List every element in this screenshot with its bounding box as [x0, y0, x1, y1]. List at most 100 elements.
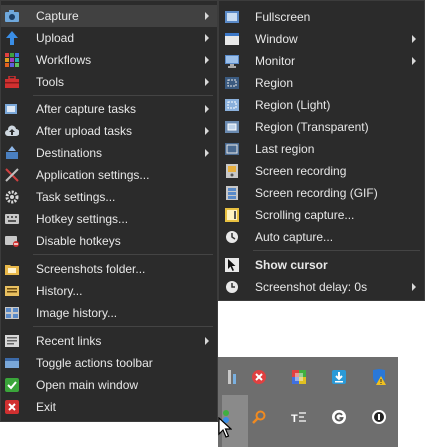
recent-links-icon — [5, 334, 19, 348]
menu-item-history[interactable]: History... — [1, 280, 217, 302]
menu-item-label: Destinations — [36, 146, 103, 160]
submenu-arrow-icon — [205, 78, 209, 86]
clock-icon — [225, 230, 239, 244]
toolbox-icon — [5, 75, 19, 89]
refresh-g-icon[interactable] — [331, 409, 347, 425]
menu-item-workflows[interactable]: Workflows — [1, 49, 217, 71]
scrolling-capture-icon — [225, 208, 239, 222]
info-circle-icon[interactable] — [371, 409, 387, 425]
menu-item-recent-links[interactable]: Recent links — [1, 330, 217, 352]
menu-item-label: Region (Light) — [255, 98, 331, 112]
submenu-item-auto-capture[interactable]: Auto capture... — [219, 226, 424, 248]
menu-item-after-capture-tasks[interactable]: After capture tasks — [1, 98, 217, 120]
submenu-arrow-icon — [205, 34, 209, 42]
menu-item-toggle-actions-toolbar[interactable]: Toggle actions toolbar — [1, 352, 217, 374]
submenu-item-monitor[interactable]: Monitor — [219, 50, 424, 72]
check-icon — [5, 378, 19, 392]
svg-text:T: T — [291, 413, 298, 424]
menu-item-tools[interactable]: Tools — [1, 71, 217, 93]
mouse-pointer-icon — [218, 417, 232, 438]
tray-overflow-panel: T — [218, 357, 398, 447]
submenu-item-region[interactable]: Region — [219, 72, 424, 94]
submenu-arrow-icon — [412, 283, 416, 291]
capture-submenu: Fullscreen Window Monitor Region Region … — [218, 0, 425, 301]
menu-item-task-settings[interactable]: Task settings... — [1, 186, 217, 208]
menu-item-exit[interactable]: Exit — [1, 396, 217, 418]
submenu-item-window[interactable]: Window — [219, 28, 424, 50]
gear-icon — [5, 190, 19, 204]
submenu-item-last-region[interactable]: Last region — [219, 138, 424, 160]
menu-item-label: Auto capture... — [255, 230, 334, 244]
submenu-item-screenshot-delay[interactable]: Screenshot delay: 0s — [219, 276, 424, 298]
delay-clock-icon — [225, 280, 239, 294]
region-light-icon — [225, 98, 239, 112]
menu-item-label: Show cursor — [255, 258, 328, 272]
submenu-item-scrolling-capture[interactable]: Scrolling capture... — [219, 204, 424, 226]
submenu-item-region-light[interactable]: Region (Light) — [219, 94, 424, 116]
menu-item-label: Region (Transparent) — [255, 120, 369, 134]
window-icon — [225, 32, 239, 46]
download-shield-icon[interactable] — [331, 369, 347, 385]
submenu-item-fullscreen[interactable]: Fullscreen — [219, 6, 424, 28]
menu-item-label: Capture — [36, 9, 79, 23]
history-icon — [5, 284, 19, 298]
submenu-item-show-cursor[interactable]: Show cursor — [219, 254, 424, 276]
menu-item-label: Hotkey settings... — [36, 212, 129, 226]
search-icon[interactable] — [251, 409, 267, 425]
menu-item-label: Upload — [36, 31, 75, 45]
submenu-arrow-icon — [205, 127, 209, 135]
submenu-item-screen-recording[interactable]: Screen recording — [219, 160, 424, 182]
desktop-background — [218, 301, 428, 357]
menu-item-label: Disable hotkeys — [36, 234, 121, 248]
menu-item-label: Fullscreen — [255, 10, 311, 24]
submenu-item-region-transparent[interactable]: Region (Transparent) — [219, 116, 424, 138]
menu-item-after-upload-tasks[interactable]: After upload tasks — [1, 120, 217, 142]
submenu-item-screen-recording-gif[interactable]: Screen recording (GIF) — [219, 182, 424, 204]
menu-separator — [33, 95, 213, 96]
folder-icon — [5, 262, 19, 276]
region-transparent-icon — [225, 120, 239, 134]
ocr-icon[interactable]: T — [291, 409, 307, 425]
menu-item-screenshots-folder[interactable]: Screenshots folder... — [1, 258, 217, 280]
menu-item-label: After upload tasks — [36, 124, 133, 138]
destinations-icon — [5, 146, 19, 160]
tray-context-menu: Capture Upload Workflows Tools After cap… — [0, 0, 218, 422]
menu-item-upload[interactable]: Upload — [1, 27, 217, 49]
tray-app-icon[interactable] — [224, 369, 240, 385]
menu-item-label: Monitor — [255, 54, 296, 68]
after-capture-icon — [5, 102, 19, 116]
menu-item-open-main-window[interactable]: Open main window — [1, 374, 217, 396]
menu-item-hotkey-settings[interactable]: Hotkey settings... — [1, 208, 217, 230]
screen-recording-icon — [225, 164, 239, 178]
menu-item-label: History... — [36, 284, 83, 298]
menu-item-label: After capture tasks — [36, 102, 137, 116]
cursor-icon — [225, 258, 239, 272]
submenu-arrow-icon — [205, 337, 209, 345]
menu-item-label: Exit — [36, 400, 57, 414]
menu-item-label: Screenshots folder... — [36, 262, 146, 276]
submenu-arrow-icon — [412, 57, 416, 65]
menu-item-label: Screen recording — [255, 164, 347, 178]
menu-item-application-settings[interactable]: Application settings... — [1, 164, 217, 186]
menu-item-image-history[interactable]: Image history... — [1, 302, 217, 324]
cloud-upload-icon — [5, 124, 19, 138]
menu-item-label: Scrolling capture... — [255, 208, 355, 222]
menu-item-label: Window — [255, 32, 298, 46]
menu-item-destinations[interactable]: Destinations — [1, 142, 217, 164]
menu-item-label: Region — [255, 76, 294, 90]
menu-item-capture[interactable]: Capture — [1, 5, 217, 27]
wrench-screwdriver-icon — [5, 168, 19, 182]
security-warning-icon[interactable] — [371, 369, 387, 385]
submenu-arrow-icon — [205, 56, 209, 64]
submenu-arrow-icon — [205, 105, 209, 113]
monitor-icon — [225, 54, 239, 68]
menu-item-label: Tools — [36, 75, 65, 89]
toolbar-icon — [5, 356, 19, 370]
menu-separator — [33, 254, 213, 255]
color-palette-icon[interactable] — [291, 369, 307, 385]
red-x-icon[interactable] — [251, 369, 267, 385]
fullscreen-icon — [225, 10, 239, 24]
menu-item-label: Screen recording (GIF) — [255, 186, 378, 200]
region-icon — [225, 76, 239, 90]
menu-item-disable-hotkeys[interactable]: Disable hotkeys — [1, 230, 217, 252]
